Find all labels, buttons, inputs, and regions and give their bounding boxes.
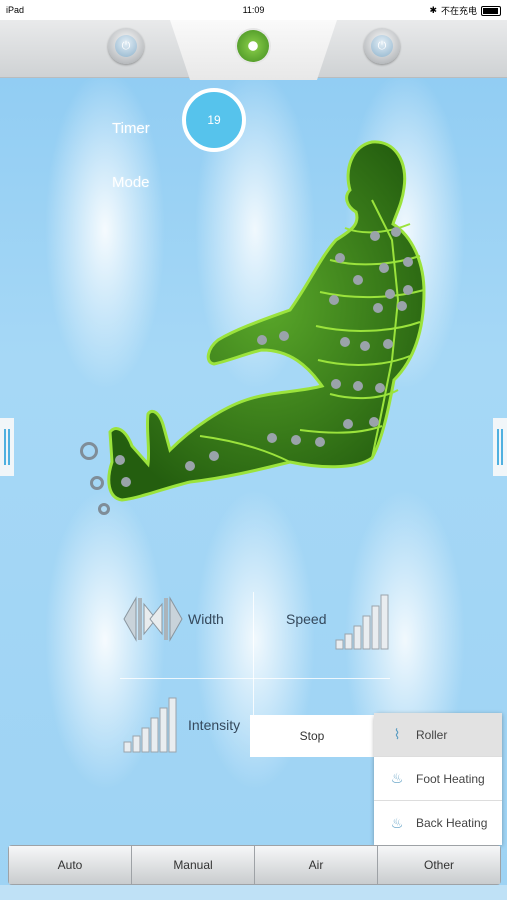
foot-roller-ring-3: [98, 503, 110, 515]
roller-icon: ⌇: [393, 726, 401, 742]
body-silhouette: [107, 140, 426, 502]
other-menu-popup: ⌇ Roller ♨ Foot Heating ♨ Back Heating: [374, 713, 502, 845]
menu-item-label: Roller: [416, 727, 448, 742]
menu-item-label: Foot Heating: [416, 771, 485, 786]
stop-label: Stop: [299, 729, 325, 743]
bottom-tab-bar: Auto Manual Air Other: [8, 845, 501, 885]
heating-icon: ♨: [390, 770, 404, 786]
foot-roller-ring-2: [90, 476, 104, 490]
stop-button[interactable]: Stop: [250, 715, 374, 757]
intensity-bars-icon[interactable]: [122, 696, 184, 754]
tab-air[interactable]: Air: [255, 846, 378, 884]
heating-icon: ♨: [390, 814, 404, 831]
controls-divider-horizontal: [120, 678, 390, 679]
foot-roller-ring-1: [80, 442, 98, 460]
menu-item-foot-heating[interactable]: ♨ Foot Heating: [374, 757, 502, 801]
tab-other[interactable]: Other: [378, 846, 500, 884]
menu-item-label: Back Heating: [416, 816, 488, 830]
width-label: Width: [188, 611, 224, 627]
menu-item-roller[interactable]: ⌇ Roller: [374, 713, 502, 757]
menu-item-back-heating[interactable]: ♨ Back Heating: [374, 801, 502, 845]
tab-auto[interactable]: Auto: [9, 846, 132, 884]
intensity-label: Intensity: [188, 717, 241, 733]
tab-manual[interactable]: Manual: [132, 846, 255, 884]
bottom-spacer: [0, 885, 507, 900]
controls-divider-vertical: [253, 592, 254, 718]
speed-bars-icon[interactable]: [334, 592, 396, 650]
width-icon[interactable]: [122, 596, 184, 642]
speed-label: Speed: [286, 611, 327, 627]
